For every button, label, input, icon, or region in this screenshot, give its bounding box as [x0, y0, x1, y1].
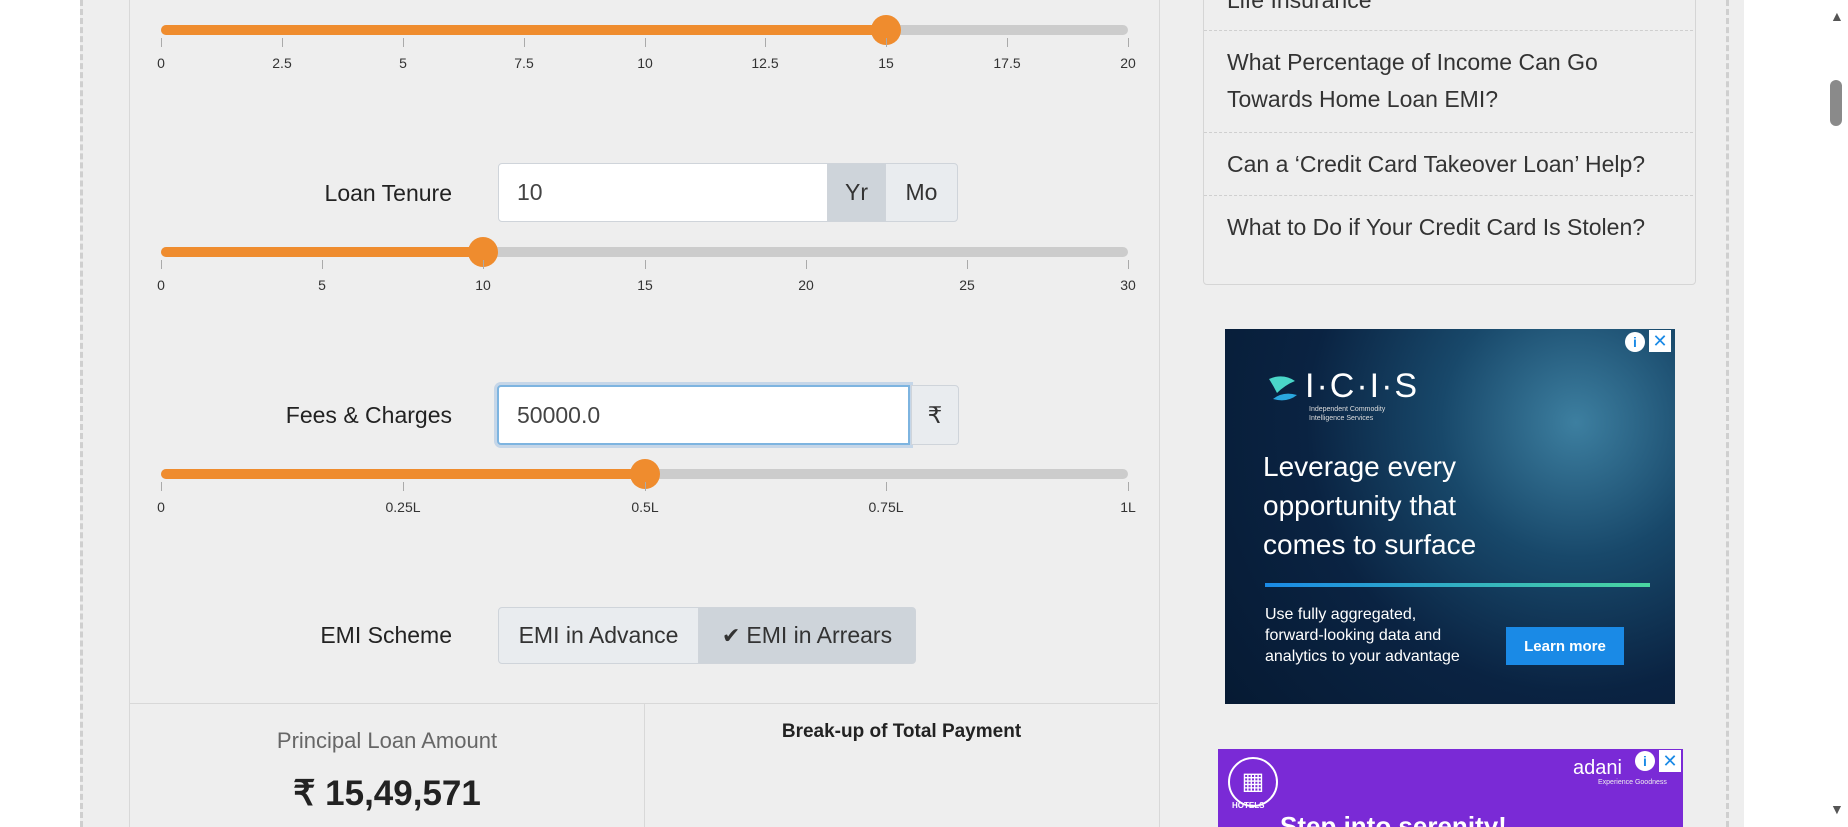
sidebar-link-credit-card-stolen[interactable]: What to Do if Your Credit Card Is Stolen… — [1227, 209, 1677, 246]
slider-tick-label: 17.5 — [993, 55, 1021, 71]
slider-tick-label: 5 — [399, 55, 407, 71]
slider-tick — [765, 38, 766, 47]
loan-tenure-input[interactable]: 10 — [498, 163, 828, 222]
slider-tick — [645, 38, 646, 47]
ad2-headline: Step into serenity! — [1280, 811, 1507, 827]
slider-tick-label: 10 — [637, 55, 653, 71]
scroll-up-arrow-icon[interactable]: ▲ — [1830, 8, 1844, 24]
emi-arrears-button[interactable]: ✔ EMI in Arrears — [698, 607, 916, 664]
fees-charges-label: Fees & Charges — [285, 402, 452, 428]
slider-tick-label: 20 — [1120, 55, 1136, 71]
icis-logo-icon — [1265, 371, 1301, 407]
scrollbar-thumb[interactable] — [1830, 80, 1842, 126]
slider-tick-label: 15 — [637, 277, 653, 293]
slider-tick-label: 0.75L — [868, 499, 904, 515]
slider-tick-label: 30 — [1120, 277, 1136, 293]
slider-tick — [282, 38, 283, 47]
slider-fill — [161, 25, 886, 35]
slider-tick — [161, 260, 162, 269]
emi-advance-button[interactable]: EMI in Advance — [498, 607, 699, 664]
slider-tick-label: 0 — [157, 55, 165, 71]
slider-tick — [645, 482, 646, 491]
principal-value: ₹ 15,49,571 — [293, 774, 481, 813]
slider-tick-label: 20 — [798, 277, 814, 293]
icis-brand-subtitle: Independent Commodity Intelligence Servi… — [1309, 406, 1386, 422]
hotels-logo-icon: ▦ — [1228, 757, 1278, 807]
slider-tick-label: 0 — [157, 499, 165, 515]
check-icon: ✔ — [721, 622, 741, 648]
slider-tick — [1128, 38, 1129, 47]
sidebar-link-life-insurance[interactable]: Life Insurance — [1227, 0, 1677, 19]
slider-tick-label: 0.5L — [631, 499, 659, 515]
slider-tick-label: 15 — [878, 55, 894, 71]
sidebar-separator — [1204, 30, 1693, 31]
fees-charges-input[interactable]: 50000.0 — [497, 385, 910, 445]
slider-tick — [886, 482, 887, 491]
rupee-unit-addon: ₹ — [911, 385, 959, 445]
slider-tick — [161, 38, 162, 47]
slider-tick — [886, 38, 887, 47]
slider-fill — [161, 247, 483, 257]
icis-brand: I·C·I·S — [1305, 367, 1420, 405]
emi-arrears-label: EMI in Arrears — [746, 622, 893, 648]
right-dashed-border — [1726, 0, 1729, 827]
tenure-month-button[interactable]: Mo — [885, 163, 958, 222]
slider-tick — [483, 260, 484, 269]
ad-headline: Leverage every opportunity that comes to… — [1263, 451, 1477, 560]
tenure-year-button[interactable]: Yr — [827, 163, 886, 222]
slider-fill — [161, 469, 645, 479]
slider-tick-label: 2.5 — [272, 55, 292, 71]
adani-hotels-advertisement[interactable]: ▦ HOTELS adani Experience Goodness i ✕ S… — [1218, 749, 1683, 827]
learn-more-button[interactable]: Learn more — [1506, 627, 1624, 665]
slider-tick — [403, 482, 404, 491]
slider-tick — [967, 260, 968, 269]
hotels-label: HOTELS — [1232, 801, 1265, 810]
ad-divider — [1265, 583, 1650, 587]
sidebar-separator — [1204, 195, 1693, 196]
left-dashed-border — [80, 0, 83, 827]
slider-tick-label: 5 — [318, 277, 326, 293]
slider-tick-label: 7.5 — [514, 55, 534, 71]
slider-tick — [1128, 482, 1129, 491]
slider-tick — [161, 482, 162, 491]
principal-label: Principal Loan Amount — [276, 728, 498, 753]
slider-tick-label: 10 — [475, 277, 491, 293]
slider-tick — [1128, 260, 1129, 269]
slider-tick — [1007, 38, 1008, 47]
slider-tick-label: 25 — [959, 277, 975, 293]
loan-tenure-label: Loan Tenure — [324, 180, 452, 206]
slider-tick — [524, 38, 525, 47]
slider-tick — [645, 260, 646, 269]
adani-brand: adani — [1573, 757, 1622, 779]
slider-tick-label: 1L — [1120, 499, 1136, 515]
ad2-close-icon[interactable]: ✕ — [1659, 750, 1681, 772]
emi-scheme-label: EMI Scheme — [320, 622, 452, 648]
slider-tick — [322, 260, 323, 269]
slider-tick-label: 12.5 — [751, 55, 779, 71]
slider-tick-label: 0 — [157, 277, 165, 293]
ad-body: Use fully aggregated, forward-looking da… — [1265, 606, 1460, 665]
ad2-info-icon[interactable]: i — [1635, 751, 1655, 771]
adani-subtitle: Experience Goodness — [1598, 779, 1667, 786]
slider-tick — [403, 38, 404, 47]
sidebar-link-credit-card-takeover[interactable]: Can a ‘Credit Card Takeover Loan’ Help? — [1227, 146, 1677, 183]
scroll-down-arrow-icon[interactable]: ▼ — [1830, 801, 1844, 817]
ad-close-icon[interactable]: ✕ — [1649, 330, 1671, 352]
breakup-title: Break-up of Total Payment — [781, 721, 1022, 742]
sidebar-separator — [1204, 132, 1693, 133]
slider-tick-label: 0.25L — [385, 499, 421, 515]
icis-advertisement[interactable]: i ✕ I·C·I·S Independent Commodity Intell… — [1225, 329, 1675, 704]
ad-info-icon[interactable]: i — [1625, 332, 1645, 352]
slider-tick — [806, 260, 807, 269]
sidebar-link-home-loan-emi[interactable]: What Percentage of Income Can Go Towards… — [1227, 44, 1677, 118]
